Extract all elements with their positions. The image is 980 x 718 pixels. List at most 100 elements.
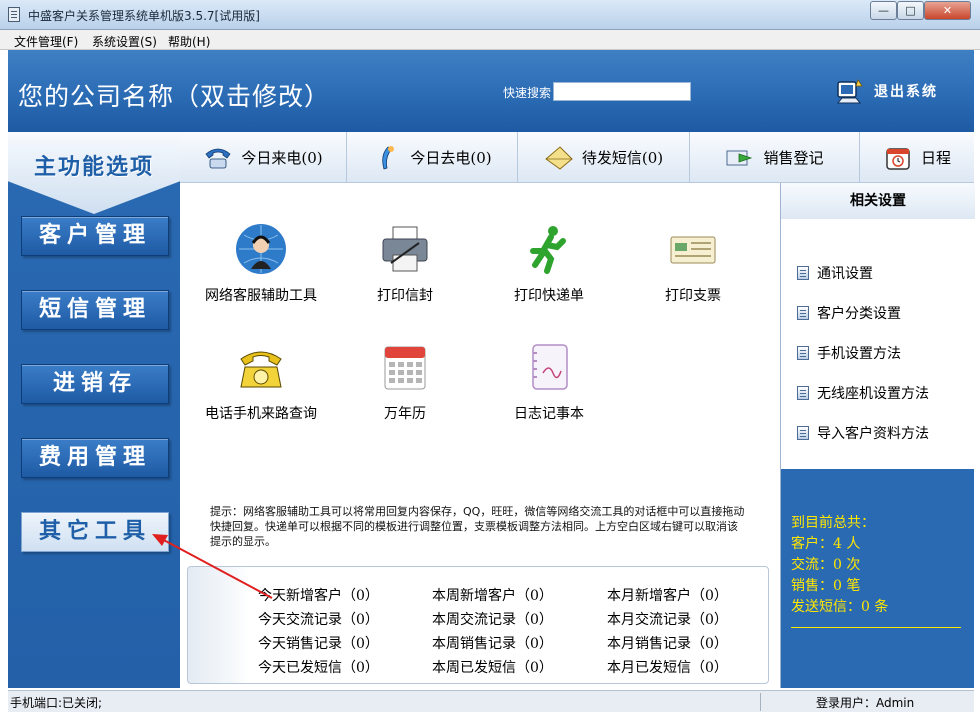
tool-label: 打印支票 bbox=[665, 288, 721, 304]
summary-customers: 客户：4 人 bbox=[791, 536, 861, 552]
maximize-button[interactable]: □ bbox=[897, 1, 924, 20]
tab-label: 今日来电(0) bbox=[241, 149, 323, 167]
tool-label: 打印信封 bbox=[377, 288, 433, 304]
document-icon bbox=[797, 346, 809, 360]
stat-week-new-customers[interactable]: 本周新增客户（0） bbox=[432, 585, 553, 605]
tool-label: 万年历 bbox=[384, 406, 426, 422]
tool-print-express[interactable]: 打印快递单 bbox=[474, 223, 624, 323]
tab-pending-sms[interactable]: 待发短信(0) bbox=[518, 132, 690, 183]
stat-today-sales[interactable]: 今天销售记录（0） bbox=[258, 633, 379, 653]
header-banner: 您的公司名称（双击修改） 快速搜索 退出系统 bbox=[8, 50, 974, 132]
stat-today-communications[interactable]: 今天交流记录（0） bbox=[258, 609, 379, 629]
tab-outgoing-calls[interactable]: 今日去电(0) bbox=[347, 132, 518, 183]
settings-item-label: 导入客户资料方法 bbox=[817, 426, 929, 442]
exit-label: 退出系统 bbox=[874, 84, 938, 100]
stat-month-sms-sent[interactable]: 本月已发短信（0） bbox=[607, 657, 728, 677]
menu-file[interactable]: 文件管理(F) bbox=[14, 33, 78, 50]
tool-label: 日志记事本 bbox=[514, 406, 584, 422]
tab-label: 待发短信(0) bbox=[581, 149, 664, 167]
right-panel: 相关设置 通讯设置 客户分类设置 手机设置方法 无线座机设置方法 导入客户资料方… bbox=[780, 183, 975, 688]
summary-sms: 发送短信：0 条 bbox=[791, 599, 889, 615]
port-status: 手机端口:已关闭; bbox=[10, 696, 103, 710]
settings-item-customer-category[interactable]: 客户分类设置 bbox=[797, 303, 901, 323]
sales-register-icon bbox=[725, 145, 755, 171]
printer-envelope-icon bbox=[379, 223, 431, 275]
settings-item-import-customers[interactable]: 导入客户资料方法 bbox=[797, 423, 929, 443]
document-icon bbox=[797, 386, 809, 400]
nav-customer-management[interactable]: 客户管理 bbox=[21, 216, 169, 256]
tab-label: 日程 bbox=[920, 149, 951, 167]
summary-block: 到目前总共： 客户：4 人 交流：0 次 销售：0 笔 发送短信：0 条 bbox=[791, 513, 888, 618]
tool-label: 网络客服辅助工具 bbox=[205, 288, 317, 304]
notebook-icon bbox=[523, 341, 575, 393]
nav-sms-management[interactable]: 短信管理 bbox=[21, 290, 169, 330]
document-icon bbox=[797, 266, 809, 280]
sms-pending-icon bbox=[544, 145, 574, 171]
tab-sales-register[interactable]: 销售登记 bbox=[690, 132, 860, 183]
stat-week-communications[interactable]: 本周交流记录（0） bbox=[432, 609, 553, 629]
tip-text: 提示：网络客服辅助工具可以将常用回复内容保存，QQ，旺旺，微信等网络交流工具的对… bbox=[210, 505, 745, 548]
nav-other-tools[interactable]: 其它工具 bbox=[21, 512, 169, 552]
nav-expense-management[interactable]: 费用管理 bbox=[21, 438, 169, 478]
check-icon bbox=[667, 223, 719, 275]
exit-icon bbox=[836, 76, 864, 106]
status-divider bbox=[760, 693, 761, 711]
settings-item-label: 客户分类设置 bbox=[817, 306, 901, 322]
tool-notebook[interactable]: 日志记事本 bbox=[474, 341, 624, 441]
schedule-icon bbox=[883, 145, 913, 171]
telephone-icon bbox=[235, 341, 287, 393]
settings-item-mobile[interactable]: 手机设置方法 bbox=[797, 343, 901, 363]
stat-month-communications[interactable]: 本月交流记录（0） bbox=[607, 609, 728, 629]
stat-week-sales[interactable]: 本周销售记录（0） bbox=[432, 633, 553, 653]
document-icon bbox=[797, 306, 809, 320]
close-button[interactable]: ✕ bbox=[924, 1, 971, 20]
stat-month-new-customers[interactable]: 本月新增客户（0） bbox=[607, 585, 728, 605]
window-title: 中盛客户关系管理系统单机版3.5.7[试用版] bbox=[28, 9, 260, 23]
related-settings-title: 相关设置 bbox=[781, 183, 975, 219]
menu-settings[interactable]: 系统设置(S) bbox=[92, 33, 157, 50]
main-function-label: 主功能选项 bbox=[33, 155, 154, 180]
summary-divider bbox=[791, 627, 961, 628]
tab-incoming-calls[interactable]: 今日来电(0) bbox=[180, 132, 347, 183]
stat-week-sms-sent[interactable]: 本周已发短信（0） bbox=[432, 657, 553, 677]
search-label: 快速搜索 bbox=[503, 86, 552, 100]
title-bar: 中盛客户关系管理系统单机版3.5.7[试用版] — □ ✕ bbox=[0, 0, 980, 30]
summary-sales: 销售：0 笔 bbox=[791, 578, 861, 594]
tab-schedule[interactable]: 日程 bbox=[860, 132, 974, 183]
exit-button[interactable]: 退出系统 bbox=[836, 75, 938, 107]
tool-customer-service[interactable]: 网络客服辅助工具 bbox=[186, 223, 336, 323]
tool-label: 打印快递单 bbox=[514, 288, 584, 304]
phone-incoming-icon bbox=[203, 145, 233, 171]
running-man-icon bbox=[523, 223, 575, 275]
tab-label: 今日去电(0) bbox=[410, 149, 492, 167]
nav-inventory[interactable]: 进销存 bbox=[21, 364, 169, 404]
settings-item-label: 手机设置方法 bbox=[817, 346, 901, 362]
main-function-header: 主功能选项 bbox=[8, 132, 180, 214]
menu-bar: 文件管理(F) 系统设置(S) 帮助(H) bbox=[0, 30, 980, 50]
stat-today-new-customers[interactable]: 今天新增客户（0） bbox=[258, 585, 379, 605]
minimize-button[interactable]: — bbox=[870, 1, 897, 20]
settings-item-wireless-phone[interactable]: 无线座机设置方法 bbox=[797, 383, 929, 403]
tab-label: 销售登记 bbox=[763, 149, 824, 167]
settings-item-label: 无线座机设置方法 bbox=[817, 386, 929, 402]
phone-outgoing-icon bbox=[372, 145, 402, 171]
tool-calendar[interactable]: 万年历 bbox=[330, 341, 480, 441]
customer-service-icon bbox=[235, 223, 287, 275]
document-icon bbox=[797, 426, 809, 440]
tool-label: 电话手机来路查询 bbox=[205, 406, 317, 422]
settings-item-communication[interactable]: 通讯设置 bbox=[797, 263, 873, 283]
stat-today-sms-sent[interactable]: 今天已发短信（0） bbox=[258, 657, 379, 677]
search-input[interactable] bbox=[553, 82, 691, 101]
settings-list: 通讯设置 客户分类设置 手机设置方法 无线座机设置方法 导入客户资料方法 bbox=[781, 219, 975, 469]
summary-communications: 交流：0 次 bbox=[791, 557, 861, 573]
summary-heading: 到目前总共： bbox=[791, 515, 875, 531]
company-name[interactable]: 您的公司名称（双击修改） bbox=[18, 77, 330, 113]
settings-item-label: 通讯设置 bbox=[817, 266, 873, 282]
tool-phone-lookup[interactable]: 电话手机来路查询 bbox=[186, 341, 336, 441]
tool-print-check[interactable]: 打印支票 bbox=[618, 223, 768, 323]
menu-help[interactable]: 帮助(H) bbox=[168, 33, 210, 50]
tool-print-envelope[interactable]: 打印信封 bbox=[330, 223, 480, 323]
status-bar: 手机端口:已关闭; 登录用户：Admin bbox=[8, 690, 974, 712]
stat-month-sales[interactable]: 本月销售记录（0） bbox=[607, 633, 728, 653]
calendar-icon bbox=[379, 341, 431, 393]
